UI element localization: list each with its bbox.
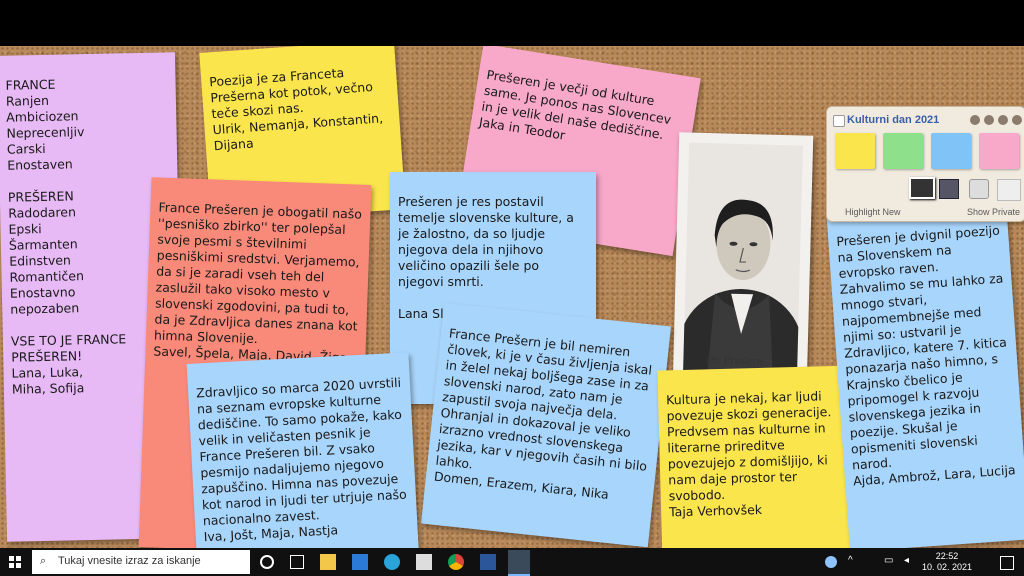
volume-icon[interactable]: ◂: [904, 555, 920, 571]
note-text: Prešeren je dvignil poezijo na Slovenske…: [835, 222, 1017, 489]
widget-settings-icon[interactable]: [984, 115, 994, 125]
photo-icon[interactable]: [909, 177, 935, 199]
word-icon[interactable]: [480, 554, 496, 570]
widget-icon: [833, 115, 845, 127]
note-kultura[interactable]: Kultura je nekaj, kar ljudi povezuje sko…: [657, 365, 863, 548]
note-text: Kultura je nekaj, kar ljudi povezuje sko…: [665, 388, 832, 520]
new-green-note-button[interactable]: [883, 133, 923, 169]
file-explorer-icon[interactable]: [320, 554, 336, 570]
sticky-app-icon[interactable]: [508, 550, 530, 576]
store-icon[interactable]: [416, 554, 432, 570]
note-text: France Prešern je bil nemiren človek, ki…: [433, 325, 653, 502]
network-icon[interactable]: ▭: [884, 555, 900, 571]
chevron-up-icon[interactable]: ^: [848, 555, 864, 571]
highlight-new-link[interactable]: Highlight New: [845, 207, 901, 217]
corkboard: FRANCE Ranjen Ambiciozen Neprecenljiv Ca…: [0, 46, 1024, 548]
clock[interactable]: 22:52 10. 02. 2021: [922, 551, 972, 573]
mail-icon[interactable]: [352, 554, 368, 570]
widget-minimize-icon[interactable]: [998, 115, 1008, 125]
new-yellow-note-button[interactable]: [835, 133, 875, 169]
sticky-notes-widget[interactable]: Kulturni dan 2021 Highlight New Show Pri…: [826, 106, 1024, 222]
note-nemiren[interactable]: France Prešern je bil nemiren človek, ki…: [421, 302, 671, 548]
chrome-icon[interactable]: [448, 554, 464, 570]
widget-close-icon[interactable]: [1012, 115, 1022, 125]
note-text: France Prešeren je obogatil našo ''pesni…: [153, 199, 363, 366]
new-pink-note-button[interactable]: [979, 133, 1019, 169]
note-dvignil[interactable]: Prešeren je dvignil poezijo na Slovenske…: [826, 200, 1024, 548]
stack-icon[interactable]: [939, 179, 959, 199]
portrait-signature: Dr. Prešern: [705, 355, 764, 368]
windows-start-icon[interactable]: [9, 556, 21, 568]
taskbar-search-input[interactable]: ⌕ Tukaj vnesite izraz za iskanje: [32, 550, 250, 574]
search-placeholder: Tukaj vnesite izraz za iskanje: [58, 555, 201, 567]
clock-time: 22:52: [935, 551, 959, 561]
clock-date: 10. 02. 2021: [921, 562, 972, 572]
note-text: Zdravljico so marca 2020 uvrstili na sez…: [195, 374, 408, 545]
edge-icon[interactable]: [384, 554, 400, 570]
show-private-link[interactable]: Show Private: [967, 207, 1020, 217]
weather-icon[interactable]: [825, 556, 837, 568]
widget-title: Kulturni dan 2021: [847, 114, 940, 126]
taskbar: ⌕ Tukaj vnesite izraz za iskanje ^ ▭ ◂ 2…: [0, 548, 1024, 576]
search-icon: ⌕: [40, 555, 47, 567]
attach-icon[interactable]: [969, 179, 989, 199]
portrait-image: [678, 142, 804, 409]
widget-help-icon[interactable]: [970, 115, 980, 125]
blank-note-icon[interactable]: [997, 179, 1021, 201]
notifications-icon[interactable]: [1000, 556, 1014, 570]
widgets-icon[interactable]: [290, 555, 304, 569]
note-text: Prešeren je večji od kulture same. Je po…: [478, 66, 673, 143]
preseren-portrait[interactable]: Dr. Prešern: [672, 132, 814, 409]
new-blue-note-button[interactable]: [931, 133, 971, 169]
task-view-icon[interactable]: [260, 555, 274, 569]
note-text: Poezija je za Franceta Prešerna kot poto…: [208, 64, 384, 154]
note-zdravljica[interactable]: Zdravljico so marca 2020 uvrstili na sez…: [186, 352, 420, 548]
note-text: Prešeren je res postavil temelje slovens…: [398, 194, 574, 321]
